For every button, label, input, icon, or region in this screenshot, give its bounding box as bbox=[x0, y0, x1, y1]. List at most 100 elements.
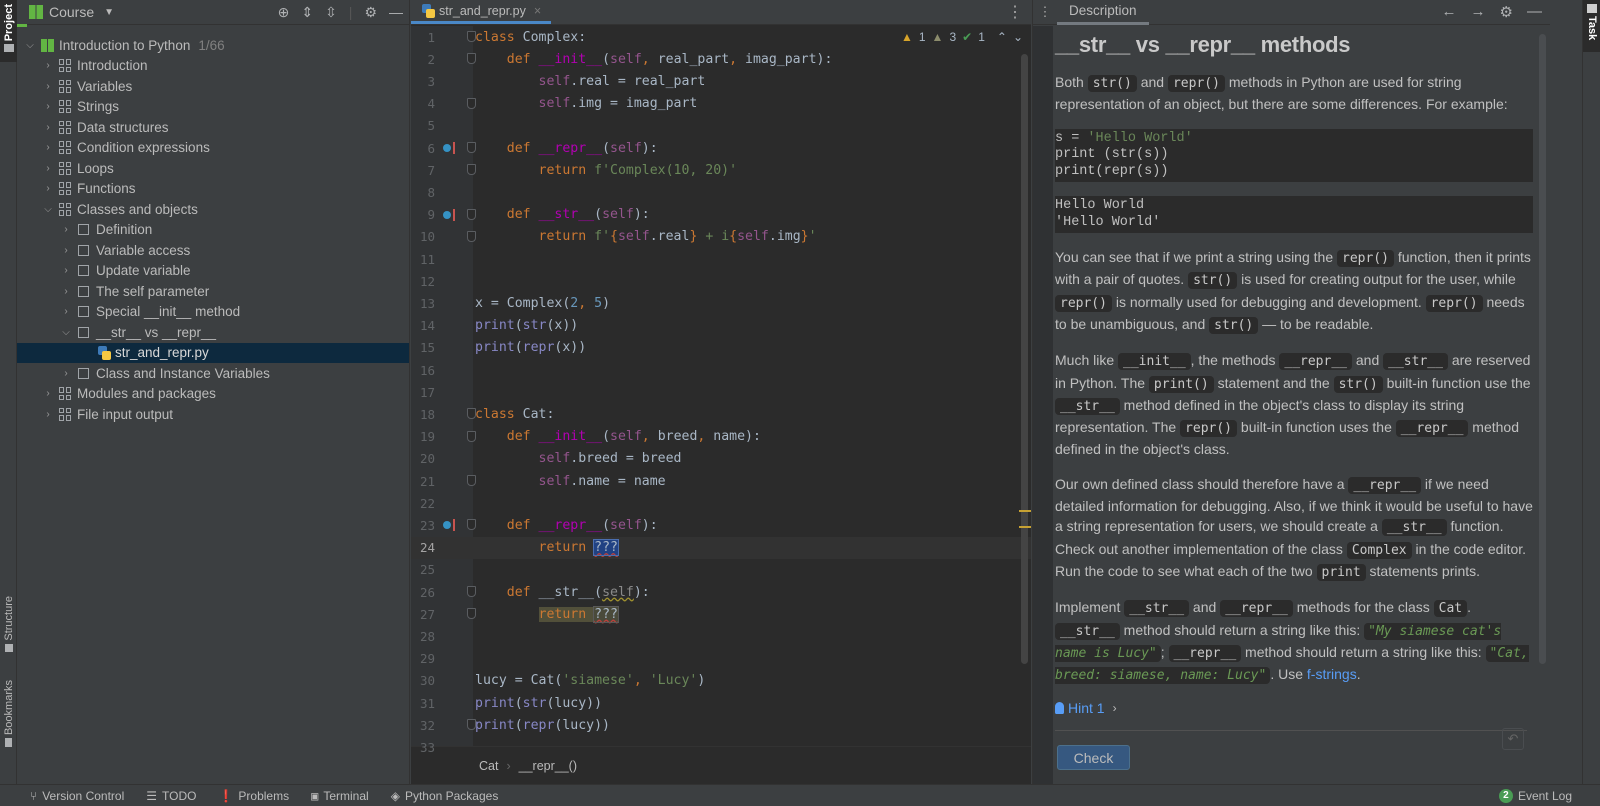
code-line[interactable]: 7 return f'Complex(10, 20)' bbox=[411, 159, 1031, 181]
code-line[interactable]: 5 bbox=[411, 115, 1031, 137]
fold-marker-icon[interactable] bbox=[467, 519, 476, 531]
tree-lesson[interactable]: › The self parameter bbox=[17, 281, 409, 302]
fold-marker-icon[interactable] bbox=[467, 208, 476, 220]
tree-lesson-expanded[interactable]: ⌵ __str__ vs __repr__ bbox=[17, 322, 409, 343]
gear-icon[interactable]: ⚙ bbox=[364, 4, 377, 21]
arrow-right-icon[interactable]: → bbox=[1471, 3, 1486, 21]
fold-marker-icon[interactable] bbox=[467, 475, 476, 486]
fold-marker-icon[interactable] bbox=[467, 164, 476, 176]
task-tool-tab[interactable]: Task bbox=[1583, 0, 1600, 52]
warning-stripe-marker[interactable] bbox=[1019, 526, 1031, 528]
minimize-icon[interactable]: — bbox=[389, 4, 403, 20]
code-line[interactable]: 13 x = Complex(2, 5) bbox=[411, 292, 1031, 314]
chevron-down-icon[interactable]: ⌵ bbox=[23, 40, 37, 51]
chevron-down-icon[interactable]: ⌵ bbox=[59, 327, 73, 338]
reset-task-icon[interactable]: ↶ bbox=[1502, 728, 1524, 750]
fold-marker-icon[interactable] bbox=[467, 31, 476, 42]
code-line[interactable]: 15 print(repr(x)) bbox=[411, 337, 1031, 359]
chevron-right-icon[interactable]: › bbox=[41, 81, 55, 92]
overrides-method-icon[interactable] bbox=[443, 208, 457, 221]
python-packages-tab[interactable]: ◈ Python Packages bbox=[391, 789, 499, 803]
chevron-right-icon[interactable]: › bbox=[41, 163, 55, 174]
chevron-right-icon[interactable]: › bbox=[59, 368, 73, 379]
terminal-tab[interactable]: ▣ Terminal bbox=[311, 789, 369, 803]
chevron-right-icon[interactable]: › bbox=[59, 245, 73, 256]
event-log-button[interactable]: 2 Event Log bbox=[1498, 788, 1600, 803]
warning-stripe-marker[interactable] bbox=[1019, 510, 1031, 512]
tree-section[interactable]: › Introduction bbox=[17, 56, 409, 77]
collapse-all-icon[interactable]: ⇳ bbox=[325, 4, 337, 21]
next-highlight-icon[interactable]: ⌄ bbox=[1013, 30, 1023, 44]
tree-lesson[interactable]: › Variable access bbox=[17, 240, 409, 261]
breadcrumb-class[interactable]: Cat bbox=[479, 759, 498, 773]
code-line[interactable]: 18 class Cat: bbox=[411, 403, 1031, 425]
close-icon[interactable]: × bbox=[534, 4, 541, 18]
bookmarks-tool-tab[interactable]: Bookmarks bbox=[0, 680, 17, 760]
fold-marker-icon[interactable] bbox=[467, 230, 476, 242]
tree-lesson[interactable]: › Class and Instance Variables bbox=[17, 363, 409, 384]
tree-section[interactable]: › Condition expressions bbox=[17, 138, 409, 159]
fold-marker-icon[interactable] bbox=[467, 97, 476, 109]
code-line[interactable]: 9 def __str__(self): bbox=[411, 204, 1031, 226]
code-line[interactable]: 12 bbox=[411, 270, 1031, 292]
hint-toggle[interactable]: Hint 1 › bbox=[1055, 700, 1527, 732]
code-line[interactable]: 22 bbox=[411, 492, 1031, 514]
code-line[interactable]: 6 def __repr__(self): bbox=[411, 137, 1031, 159]
chevron-down-icon[interactable]: ▼ bbox=[104, 7, 114, 18]
code-line[interactable]: 19 def __init__(self, breed, name): bbox=[411, 426, 1031, 448]
code-line[interactable]: 10 return f'{self.real} + i{self.img}' bbox=[411, 226, 1031, 248]
fold-marker-icon[interactable] bbox=[467, 719, 476, 731]
fold-marker-icon[interactable] bbox=[467, 142, 476, 153]
more-options-icon[interactable]: ⋮ bbox=[1033, 4, 1057, 20]
description-scrollbar[interactable] bbox=[1539, 34, 1546, 664]
chevron-right-icon[interactable]: › bbox=[59, 286, 73, 297]
project-tool-tab[interactable]: Project bbox=[0, 0, 17, 62]
code-line[interactable]: 30 lucy = Cat('siamese', 'Lucy') bbox=[411, 670, 1031, 692]
tree-course-root[interactable]: ⌵ Introduction to Python 1/66 bbox=[17, 35, 409, 56]
fold-marker-icon[interactable] bbox=[467, 430, 476, 442]
problems-tab[interactable]: ❗ Problems bbox=[218, 789, 289, 803]
fold-marker-icon[interactable] bbox=[467, 53, 476, 65]
code-line[interactable]: 32 print(repr(lucy)) bbox=[411, 714, 1031, 736]
todo-tab[interactable]: ☰ TODO bbox=[146, 789, 196, 803]
chevron-right-icon[interactable]: › bbox=[41, 388, 55, 399]
code-line[interactable]: 23 def __repr__(self): bbox=[411, 514, 1031, 536]
code-line[interactable]: 2 def __init__(self, real_part, imag_par… bbox=[411, 48, 1031, 70]
chevron-right-icon[interactable]: › bbox=[41, 60, 55, 71]
tree-section[interactable]: › Loops bbox=[17, 158, 409, 179]
code-line[interactable]: 17 bbox=[411, 381, 1031, 403]
check-button[interactable]: Check bbox=[1057, 745, 1130, 771]
tree-section-expanded[interactable]: ⌵ Classes and objects bbox=[17, 199, 409, 220]
more-options-icon[interactable]: ⋮ bbox=[1007, 0, 1031, 24]
chevron-right-icon[interactable]: › bbox=[41, 122, 55, 133]
tree-section[interactable]: › Modules and packages bbox=[17, 384, 409, 405]
code-line[interactable]: 16 bbox=[411, 359, 1031, 381]
editor-tab-file[interactable]: str_and_repr.py × bbox=[411, 0, 552, 24]
code-line[interactable]: 25 bbox=[411, 559, 1031, 581]
overrides-method-icon[interactable] bbox=[443, 142, 457, 154]
code-line[interactable]: 3 self.real = real_part bbox=[411, 70, 1031, 92]
chevron-right-icon[interactable]: › bbox=[41, 183, 55, 194]
tree-section[interactable]: › Variables bbox=[17, 76, 409, 97]
chevron-right-icon[interactable]: › bbox=[41, 409, 55, 420]
code-line[interactable]: 28 bbox=[411, 625, 1031, 647]
version-control-tab[interactable]: ⑂ Version Control bbox=[30, 789, 124, 803]
tree-section[interactable]: › Functions bbox=[17, 179, 409, 200]
code-line[interactable]: 11 bbox=[411, 248, 1031, 270]
description-tab[interactable]: Description bbox=[1057, 0, 1149, 25]
chevron-right-icon[interactable]: › bbox=[59, 224, 73, 235]
tree-lesson[interactable]: › Definition bbox=[17, 220, 409, 241]
arrow-left-icon[interactable]: ← bbox=[1442, 3, 1457, 21]
overrides-method-icon[interactable] bbox=[443, 519, 457, 532]
minimize-icon[interactable]: — bbox=[1527, 3, 1542, 21]
chevron-down-icon[interactable]: ⌵ bbox=[41, 204, 55, 215]
f-strings-link[interactable]: f-strings bbox=[1307, 666, 1357, 682]
tree-lesson[interactable]: › Special __init__ method bbox=[17, 302, 409, 323]
inspection-widget[interactable]: ▲ 1 ▲ 3 ✔ 1 ⌃ ⌄ bbox=[901, 30, 1023, 44]
previous-highlight-icon[interactable]: ⌃ bbox=[997, 30, 1007, 44]
code-line[interactable]: 21 self.name = name bbox=[411, 470, 1031, 492]
tree-section[interactable]: › File input output bbox=[17, 404, 409, 425]
editor-scrollbar[interactable] bbox=[1021, 54, 1028, 664]
tree-section[interactable]: › Data structures bbox=[17, 117, 409, 138]
fold-marker-icon[interactable] bbox=[467, 586, 476, 597]
